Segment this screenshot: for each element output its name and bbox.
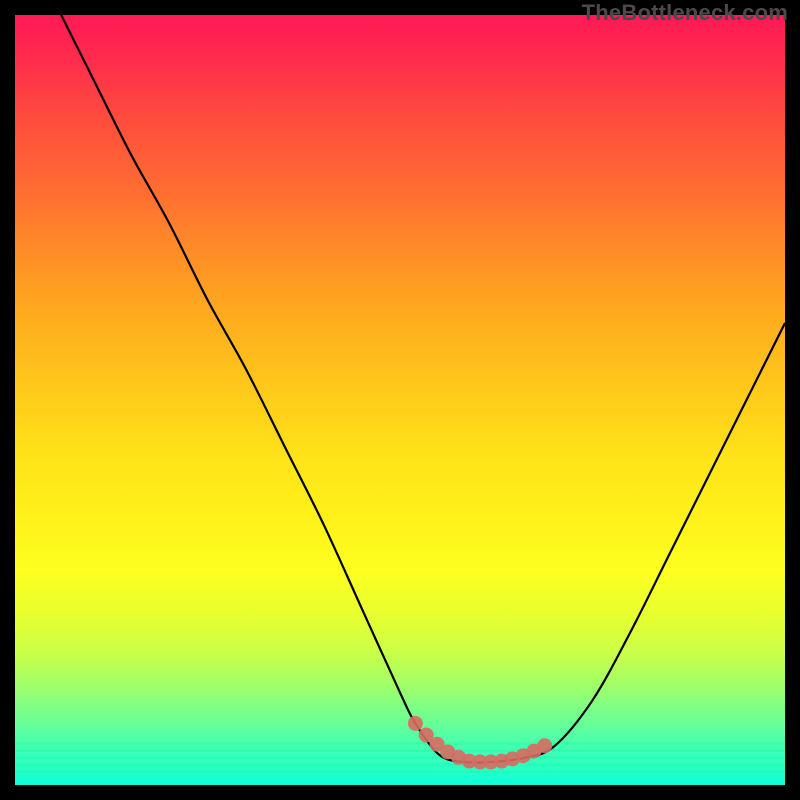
bottleneck-curve-path xyxy=(61,15,785,763)
chart-svg xyxy=(15,15,785,785)
chart-plot-area xyxy=(15,15,785,785)
highlight-dot xyxy=(408,716,423,731)
highlight-dot xyxy=(537,738,552,753)
watermark-text: TheBottleneck.com xyxy=(582,0,788,26)
